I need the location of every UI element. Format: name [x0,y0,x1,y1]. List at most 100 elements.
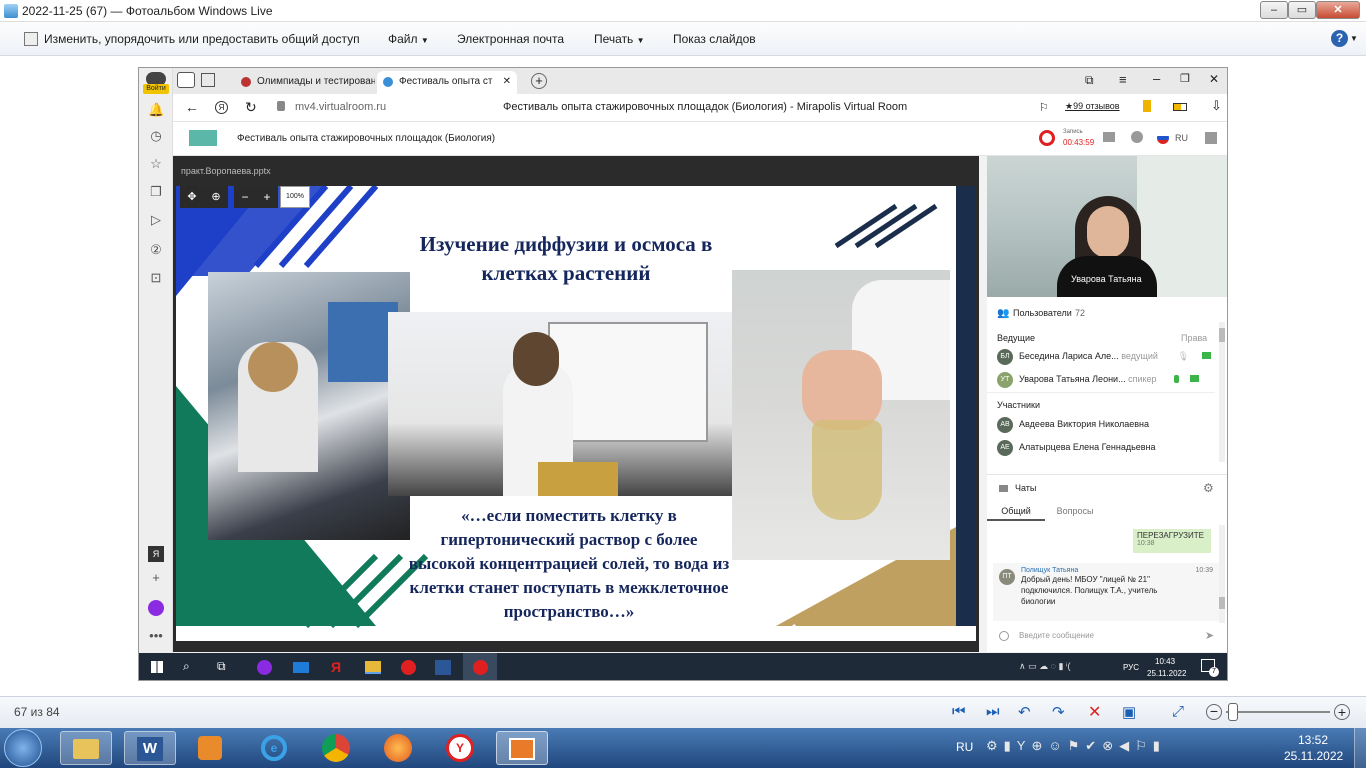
chevron-down-icon[interactable]: ▼ [1350,34,1358,43]
address-input[interactable]: mv4.virtualroom.ru [295,101,386,113]
download-icon[interactable]: ⇩ [1211,98,1222,114]
fit-tool-icon[interactable]: ⊕ [204,186,228,208]
reviews-link[interactable]: ★99 отзывов [1065,101,1120,112]
close-icon[interactable]: ✕ [1209,72,1219,86]
zoom-slider-thumb[interactable] [1228,703,1238,721]
restore-icon[interactable]: ❐ [1180,72,1190,85]
language-label[interactable]: RU [1175,133,1188,143]
bell-icon[interactable]: 🔔 [148,102,164,118]
send-icon[interactable]: ➤ [1205,629,1214,642]
screenshot-icon[interactable]: ⊡ [148,270,164,286]
back-icon[interactable]: ← [185,99,199,115]
show-desktop-button[interactable] [1354,728,1366,768]
pan-tool-icon[interactable]: ✥ [180,186,204,208]
translate-icon[interactable]: ⚐ [1039,101,1049,114]
zoom-out-icon[interactable]: − [1206,704,1222,720]
collections-icon[interactable]: ❐ [148,184,164,200]
explorer-icon[interactable] [60,731,112,765]
tab-general[interactable]: Общий [987,501,1045,521]
browser-icon[interactable] [401,660,416,675]
tab-festival[interactable]: Фестиваль опыта ст ✕ [377,71,517,94]
browser-active-icon[interactable] [463,653,497,680]
tab-olympiads[interactable]: Олимпиады и тестирован [235,71,375,94]
flag-icon[interactable] [1157,132,1169,144]
info-icon[interactable] [1131,131,1143,143]
firefox-icon[interactable] [372,731,424,765]
badge-icon[interactable]: ② [148,242,164,258]
zoom-in-button[interactable]: + [256,186,278,208]
menu-file[interactable]: Файл ▼ [388,32,429,46]
alice-icon[interactable] [257,660,272,675]
yandex-icon[interactable]: Я [148,546,164,562]
mail-icon[interactable] [293,662,309,673]
start-button[interactable] [4,729,42,767]
message-input[interactable]: Введите сообщение [1019,631,1094,640]
mic-icon[interactable] [1174,375,1179,383]
next-photo-icon[interactable]: ⏭ [986,703,1000,720]
yandex-browser-icon[interactable]: Y [434,731,486,765]
refresh-icon[interactable]: ↻ [245,99,257,116]
tab-questions[interactable]: Вопросы [1045,501,1105,521]
ie-icon[interactable]: e [248,731,300,765]
fit-window-icon[interactable]: ⤢ [1172,703,1184,720]
media-player-icon[interactable] [184,731,236,765]
star-icon[interactable]: ☆ [148,156,164,172]
login-button[interactable]: Войти [143,84,169,94]
close-button[interactable]: ✕ [1316,1,1360,19]
minimize-icon[interactable]: – [1153,71,1160,86]
word-icon[interactable] [435,660,451,675]
menu-print[interactable]: Печать ▼ [594,32,645,46]
mic-icon[interactable]: 🎙 [1178,345,1189,367]
maximize-button[interactable]: ▭ [1288,1,1316,19]
emoji-icon[interactable] [999,631,1009,641]
host-row[interactable]: УТ Уварова Татьяна Леони... спикер [997,368,1217,390]
taskbar-language[interactable]: RU [956,740,973,754]
rotate-right-icon[interactable]: ↷ [1052,703,1065,721]
exit-icon[interactable] [1205,132,1217,144]
screen-icon[interactable] [1202,352,1211,359]
alice-icon[interactable] [148,600,164,616]
users-scrollbar[interactable] [1219,322,1225,462]
minimize-button[interactable]: – [1260,1,1288,19]
menu-email[interactable]: Электронная почта [457,32,564,46]
more-icon[interactable]: ••• [148,628,164,644]
yandex-icon[interactable]: Я [215,101,228,114]
search-icon[interactable]: ⌕ [183,659,190,674]
new-tab-icon[interactable] [201,73,215,87]
camera-icon[interactable] [1190,375,1199,382]
add-icon[interactable]: + [148,570,164,586]
tabs-icon[interactable]: ⧉ [1085,73,1094,88]
close-icon[interactable]: ✕ [503,71,511,93]
folder-icon[interactable] [365,661,381,674]
bookmark-icon[interactable] [1143,100,1151,112]
slideshow-icon[interactable]: ▣ [1122,703,1136,721]
task-view-icon[interactable]: ⧉ [217,659,226,674]
zoom-in-icon[interactable]: + [1334,704,1350,720]
rotate-left-icon[interactable]: ↶ [1018,703,1031,721]
participant-row[interactable]: АВ Авдеева Виктория Николаевна [997,413,1217,435]
photo-gallery-icon[interactable] [496,731,548,765]
windows-start-icon[interactable] [151,661,163,673]
settings-icon[interactable]: ⚙ [1203,481,1214,495]
clock-icon[interactable]: ◷ [148,128,164,144]
home-icon[interactable] [177,72,195,88]
menu-organize[interactable]: Изменить, упорядочить или предоставить о… [44,32,360,46]
folder-icon[interactable] [1103,132,1115,142]
add-tab-button[interactable]: + [531,73,547,89]
record-icon[interactable] [1039,130,1055,146]
zoom-slider[interactable] [1226,711,1330,713]
delete-icon[interactable]: ✕ [1088,702,1101,722]
chat-scrollbar[interactable] [1219,525,1225,623]
menu-icon[interactable]: ≡ [1119,72,1127,87]
help-icon[interactable]: ? [1331,30,1348,47]
chrome-icon[interactable] [310,731,362,765]
yandex-icon[interactable]: Я [331,659,341,675]
zoom-out-button[interactable]: − [234,186,256,208]
tray-language[interactable]: РУС [1123,663,1139,672]
first-photo-icon[interactable]: ⏮ [952,703,966,720]
host-row[interactable]: БЛ Беседина Лариса Але... ведущий 🎙 [997,345,1217,367]
play-icon[interactable]: ▷ [148,212,164,228]
participant-row[interactable]: АЕ Алатырцева Елена Геннадьевна [997,436,1217,458]
word-icon[interactable]: W [124,731,176,765]
menu-slideshow[interactable]: Показ слайдов [673,32,756,46]
